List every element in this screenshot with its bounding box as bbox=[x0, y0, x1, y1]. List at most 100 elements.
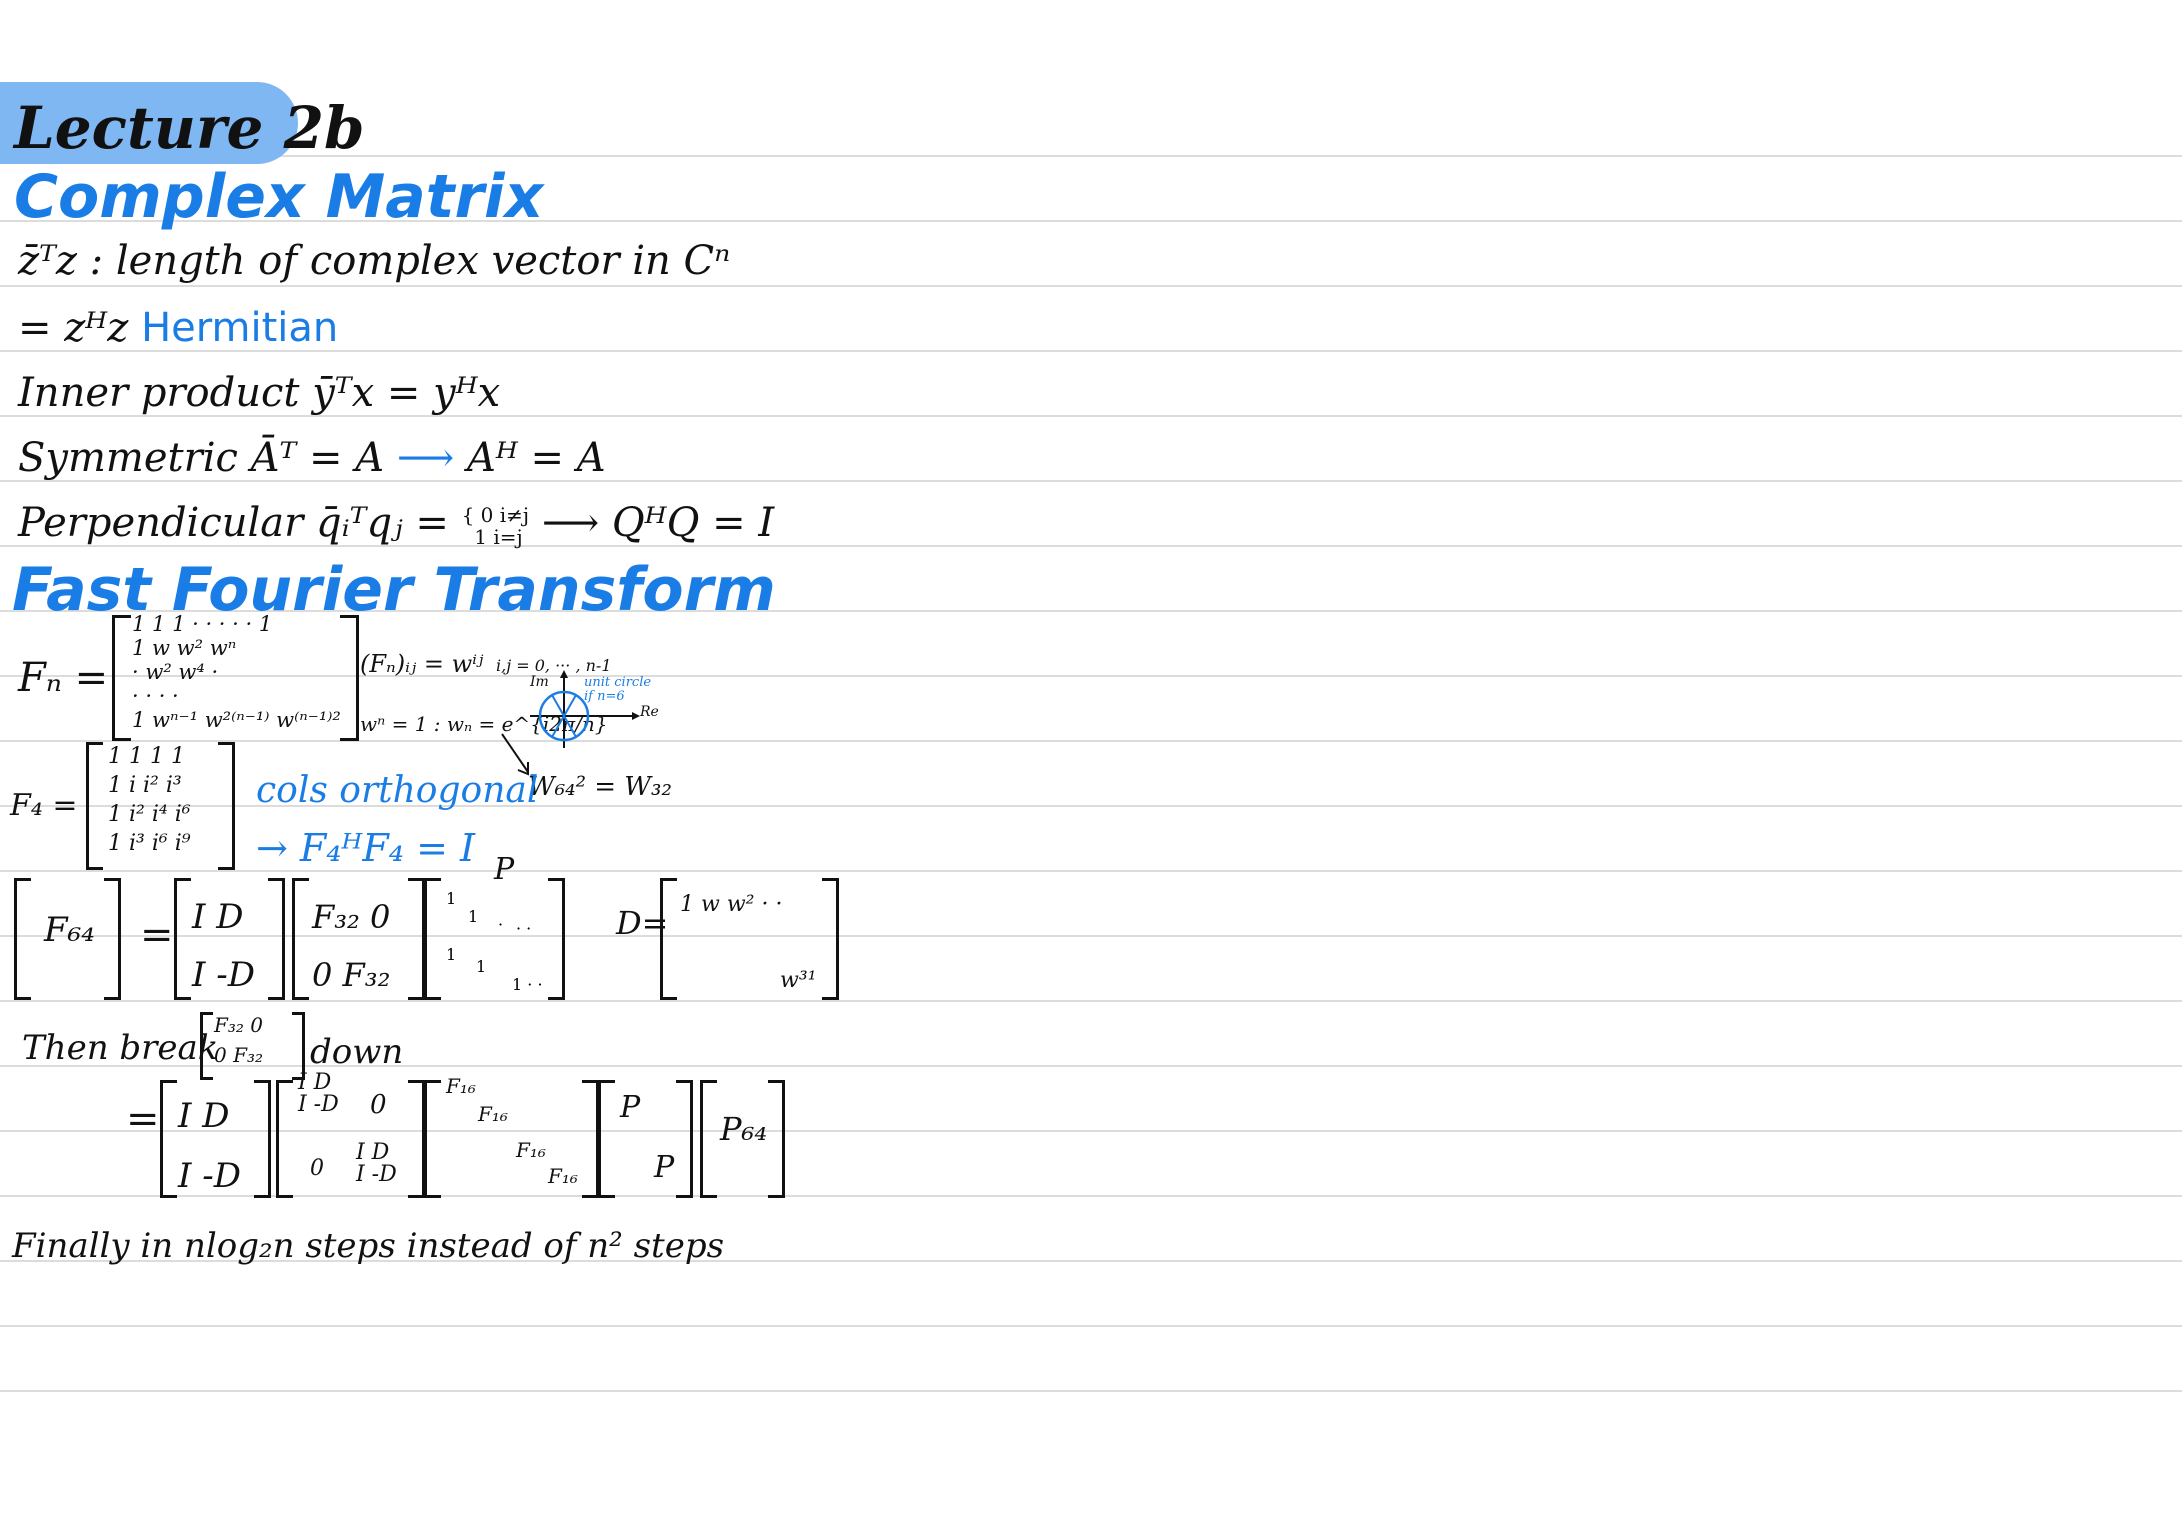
id-left-bracket bbox=[174, 878, 191, 1000]
equals-sign-2: = bbox=[126, 1096, 160, 1142]
fn-row: · · · · bbox=[132, 684, 179, 708]
p-entry: P bbox=[654, 1150, 675, 1185]
svg-text:1 · ·: 1 · · bbox=[512, 975, 543, 994]
svg-text:1: 1 bbox=[468, 907, 478, 926]
block2-bottom-row: I D bbox=[356, 1140, 390, 1165]
f64-left-bracket bbox=[14, 878, 31, 1000]
f16-right-bracket bbox=[582, 1080, 599, 1198]
block2-top-row: I D bbox=[298, 1070, 332, 1095]
id2-right-bracket bbox=[254, 1080, 271, 1198]
id-row: I -D bbox=[192, 955, 255, 995]
fn-row: · w² w⁴ · bbox=[132, 660, 219, 684]
note-line-symmetric: Symmetric Āᵀ = A ⟶ Aᴴ = A bbox=[18, 435, 606, 481]
fn-row: 1 w w² wⁿ bbox=[132, 636, 237, 660]
id2-block: I D I -D bbox=[178, 1086, 241, 1206]
perpendicular-left: Perpendicular q̄ᵢᵀqⱼ = bbox=[18, 500, 449, 546]
id-row: I D bbox=[192, 897, 244, 937]
hermitian-equation: = zᴴz bbox=[18, 305, 129, 351]
perm-right-bracket bbox=[548, 878, 565, 1000]
id2-row: I D bbox=[178, 1096, 230, 1136]
block2-top: I D I -D bbox=[298, 1072, 339, 1116]
fn-row: 1 wⁿ⁻¹ w²⁽ⁿ⁻¹⁾ w⁽ⁿ⁻¹⁾² bbox=[132, 708, 341, 732]
f16-entry: F₁₆ bbox=[478, 1102, 508, 1126]
svg-text:1: 1 bbox=[446, 889, 456, 908]
block2-bottom: I D I -D bbox=[356, 1142, 397, 1186]
f32-row: 0 F₃₂ bbox=[312, 956, 391, 994]
f4-label: F₄ = bbox=[10, 788, 78, 823]
svg-text:· ·: · · bbox=[516, 919, 531, 938]
page-title: Lecture 2b bbox=[14, 94, 365, 162]
f4-row: 1 i² i⁴ i⁶ bbox=[108, 802, 191, 827]
p64-right-bracket bbox=[768, 1080, 785, 1198]
arrow-icon: ⟶ bbox=[541, 500, 600, 546]
w-relation: W₆₄² = W₃₂ bbox=[528, 772, 672, 802]
block2-top-row: I -D bbox=[298, 1092, 339, 1117]
d-diagonal-start: 1 w w² · · bbox=[680, 892, 783, 917]
fn-right-bracket bbox=[340, 615, 359, 741]
circle-re-label: Re bbox=[640, 704, 659, 720]
svg-text:1: 1 bbox=[476, 957, 486, 976]
p64-left-bracket bbox=[700, 1080, 717, 1198]
f4-matrix: 1 1 1 1 1 i i² i³ 1 i² i⁴ i⁶ 1 i³ i⁶ i⁹ bbox=[108, 742, 191, 858]
perm-label: P bbox=[494, 852, 515, 887]
fn-row: 1 1 1 · · · · · 1 bbox=[132, 612, 273, 636]
p-entry: P bbox=[620, 1090, 641, 1125]
d-right-bracket bbox=[822, 878, 839, 1000]
f4-row: 1 i i² i³ bbox=[108, 773, 182, 798]
block2-bottom-row: I -D bbox=[356, 1162, 397, 1187]
then-break-suffix: down bbox=[310, 1032, 404, 1072]
d-left-bracket bbox=[660, 878, 677, 1000]
perpendicular-right: QᴴQ = I bbox=[611, 500, 775, 546]
break-left-bracket bbox=[200, 1012, 213, 1080]
f64-label: F₆₄ bbox=[44, 910, 95, 950]
note-line-hermitian: = zᴴz Hermitian bbox=[18, 305, 338, 351]
break-row: 0 F₃₂ bbox=[214, 1043, 263, 1067]
f16-entry: F₁₆ bbox=[548, 1164, 578, 1188]
f32-right-bracket bbox=[408, 878, 425, 1000]
f16-entry: F₁₆ bbox=[516, 1138, 546, 1162]
note-line-length: z̄ᵀz : length of complex vector in Cⁿ bbox=[18, 238, 731, 284]
fn-left-bracket bbox=[112, 615, 131, 741]
f32-block: F₃₂ 0 0 F₃₂ bbox=[312, 888, 390, 1004]
note-line-perpendicular: Perpendicular q̄ᵢᵀqⱼ = { 0 i≠j 1 i=j ⟶ Q… bbox=[18, 500, 774, 548]
break-block: F₃₂ 0 0 F₃₂ bbox=[214, 1010, 263, 1070]
note-line-inner-product: Inner product ȳᵀx = yᴴx bbox=[18, 370, 501, 416]
circle-note-line: unit circle bbox=[584, 675, 652, 690]
f4-row: 1 i³ i⁶ i⁹ bbox=[108, 831, 191, 856]
f4-left-bracket bbox=[86, 742, 103, 870]
id2-left-bracket bbox=[160, 1080, 177, 1198]
circle-note-line: if n=6 bbox=[584, 689, 625, 704]
svg-text:1: 1 bbox=[446, 945, 456, 964]
f4-row: 1 1 1 1 bbox=[108, 744, 185, 769]
f16-left-bracket bbox=[424, 1080, 441, 1198]
symmetric-left: Symmetric Āᵀ = A bbox=[18, 435, 385, 481]
block2-left-bracket bbox=[276, 1080, 293, 1198]
equals-sign: = bbox=[140, 912, 174, 958]
f4-right-bracket bbox=[218, 742, 235, 870]
perpendicular-cases: { 0 i≠j 1 i=j bbox=[461, 503, 530, 549]
p-left-bracket bbox=[598, 1080, 615, 1198]
final-note: Finally in nlog₂n steps instead of n² st… bbox=[12, 1226, 725, 1266]
svg-text:·: · bbox=[498, 915, 503, 934]
block2-right-bracket bbox=[408, 1080, 425, 1198]
f32-left-bracket bbox=[292, 878, 309, 1000]
symmetric-right: Aᴴ = A bbox=[466, 435, 606, 481]
hermitian-label: Hermitian bbox=[141, 305, 339, 351]
cols-orthogonal-result: → F₄ᴴF₄ = I bbox=[256, 826, 476, 870]
arrow-icon: ⟶ bbox=[396, 435, 455, 481]
circle-note: unit circle if n=6 bbox=[584, 676, 651, 704]
f16-entry: F₁₆ bbox=[446, 1074, 476, 1098]
case-zero: 0 i≠j bbox=[480, 503, 530, 527]
id2-row: I -D bbox=[178, 1156, 241, 1196]
perm-matrix-dots: 1 1 · · · 1 1 1 · · bbox=[446, 889, 543, 994]
block2-zero-bottom: 0 bbox=[310, 1156, 324, 1181]
f64-right-bracket bbox=[104, 878, 121, 1000]
id-block: I D I -D bbox=[192, 888, 255, 1004]
case-one: 1 i=j bbox=[474, 525, 523, 549]
fn-label: Fₙ = bbox=[18, 655, 109, 701]
circle-im-label: Im bbox=[530, 674, 549, 690]
then-break-label: Then break bbox=[22, 1028, 219, 1068]
f32-row: F₃₂ 0 bbox=[312, 898, 391, 936]
id-right-bracket bbox=[268, 878, 285, 1000]
block2-zero-top: 0 bbox=[370, 1090, 387, 1120]
